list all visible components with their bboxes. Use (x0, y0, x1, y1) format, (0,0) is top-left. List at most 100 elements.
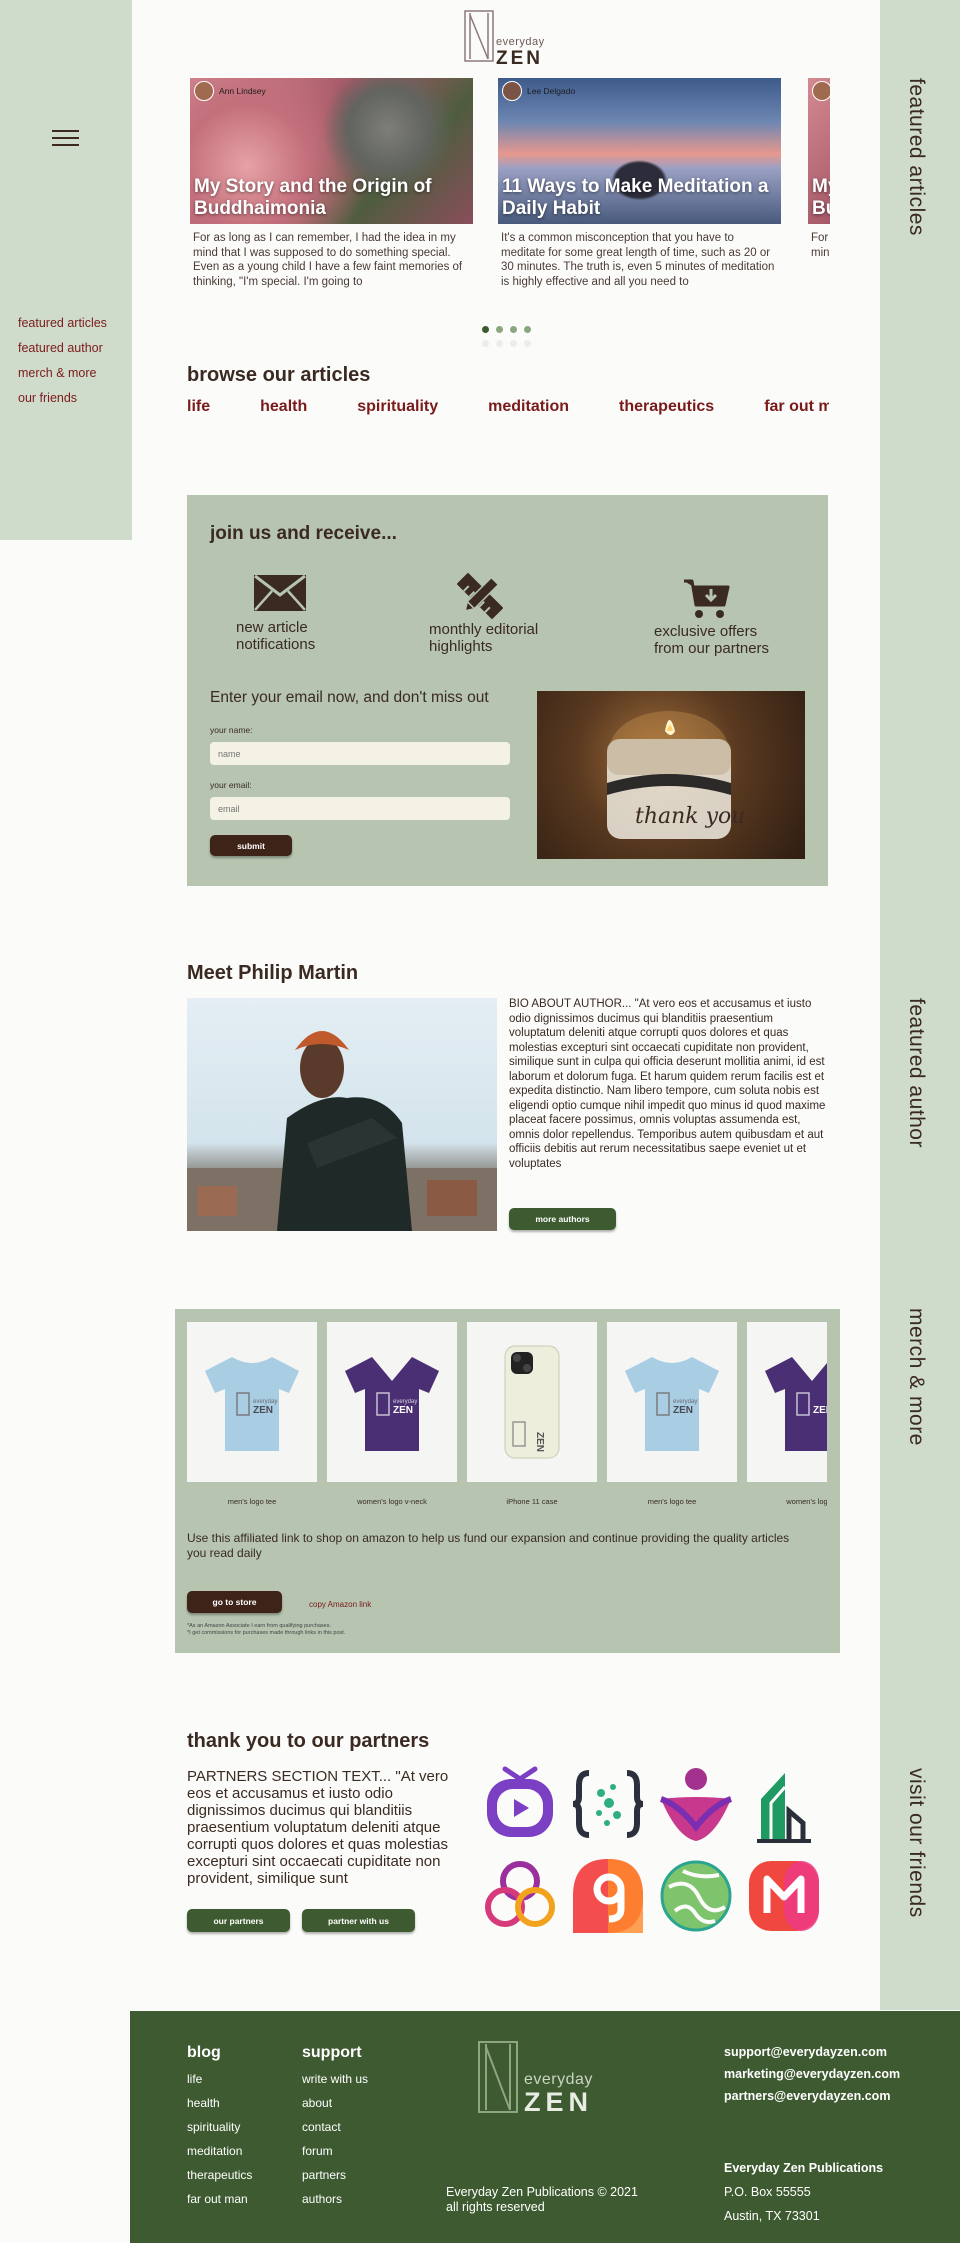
product-card[interactable]: everyday ZEN men's logo tee (187, 1322, 317, 1506)
number-nine-logo-icon[interactable] (571, 1857, 645, 1935)
carousel-dot[interactable] (510, 326, 517, 333)
phone-case-icon: ZEN (504, 1345, 560, 1459)
footer-link[interactable]: spirituality (187, 2120, 252, 2134)
footer-address: Everyday Zen Publications P.O. Box 55555… (724, 2156, 883, 2228)
trefoil-logo-icon[interactable] (483, 1857, 557, 1935)
footer-link[interactable]: forum (302, 2144, 368, 2158)
footer-link[interactable]: far out man (187, 2192, 252, 2206)
partner-logos (483, 1765, 831, 1945)
browse-heading: browse our articles (187, 364, 371, 386)
product-card[interactable]: ZEN iPhone 11 case (467, 1322, 597, 1506)
logo-mark-icon (464, 10, 494, 62)
carousel-dot[interactable] (496, 326, 503, 333)
footer-emails: support@everydayzen.com marketing@everyd… (724, 2041, 900, 2107)
carousel-dot[interactable] (482, 326, 489, 333)
product-image: everyday ZEN (327, 1322, 457, 1482)
article-title[interactable]: My Story and the Origin of Buddhaimonia (194, 176, 465, 220)
footer-link[interactable]: contact (302, 2120, 368, 2134)
footer-copyright: Everyday Zen Publications © 2021 all rig… (446, 2185, 638, 2215)
author-portrait (187, 1031, 497, 1231)
avatar (194, 81, 214, 101)
product-card[interactable]: everyday ZEN men's logo tee (607, 1322, 737, 1506)
benefit-line: new article (236, 619, 308, 636)
article-title[interactable]: My Story and the Origin of Buddhaimonia (812, 176, 830, 220)
product-card[interactable]: everyday ZEN women's logo v-neck (327, 1322, 457, 1506)
benefit-highlights: monthly editorial highlights (429, 573, 538, 655)
avatar (502, 81, 522, 101)
product-card[interactable]: ZEN women's logo v (747, 1322, 827, 1506)
category-therapeutics[interactable]: therapeutics (619, 398, 714, 416)
article-card[interactable]: Ann Lindsey My Story and the Origin of B… (190, 78, 473, 292)
name-input[interactable] (210, 742, 510, 765)
svg-text:ZEN: ZEN (534, 1432, 545, 1452)
building-logo-icon[interactable] (747, 1765, 821, 1843)
category-health[interactable]: health (260, 398, 307, 416)
company-name: Everyday Zen Publications (724, 2161, 884, 2175)
benefit-line: highlights (429, 638, 493, 655)
product-image: ZEN (747, 1322, 827, 1482)
logo-wordmark: everyday ZEN (496, 36, 545, 70)
submit-button[interactable]: submit (210, 835, 292, 856)
benefit-line: monthly editorial (429, 621, 539, 638)
address-line: P.O. Box 55555 (724, 2185, 811, 2199)
footer-link[interactable]: about (302, 2096, 368, 2110)
partners-heading: thank you to our partners (187, 1730, 430, 1752)
footer-link[interactable]: life (187, 2072, 252, 2086)
email-link[interactable]: support@everydayzen.com (724, 2041, 900, 2063)
benefit-line: from our partners (654, 640, 770, 657)
music-logo-icon[interactable] (747, 1857, 821, 1935)
article-card[interactable]: Lee Delgado 11 Ways to Make Meditation a… (498, 78, 781, 292)
featured-articles-carousel[interactable]: Ann Lindsey My Story and the Origin of B… (190, 78, 830, 298)
article-title[interactable]: 11 Ways to Make Meditation a Daily Habit (502, 176, 773, 220)
tv-play-logo-icon[interactable] (483, 1765, 557, 1843)
email-input[interactable] (210, 797, 510, 820)
author-chip (812, 81, 830, 101)
product-label: men's logo tee (227, 1497, 277, 1506)
nav-featured-author[interactable]: featured author (18, 341, 107, 355)
author-chip: Ann Lindsey (194, 81, 266, 101)
email-link[interactable]: marketing@everydayzen.com (724, 2063, 900, 2085)
product-carousel[interactable]: everyday ZEN men's logo tee everyday ZEN… (187, 1322, 827, 1522)
nav-merch[interactable]: merch & more (18, 366, 107, 380)
affiliate-disclaimer: *As an Amazon Associate I earn from qual… (187, 1623, 345, 1637)
footer-link[interactable]: meditation (187, 2144, 252, 2158)
side-nav-links: featured articles featured author merch … (18, 316, 107, 416)
category-far-out-man[interactable]: far out man (764, 398, 829, 416)
article-card[interactable]: My Story and the Origin of Buddhaimonia … (808, 78, 830, 292)
footer-link[interactable]: partners (302, 2168, 368, 2182)
hamburger-menu-icon[interactable] (52, 130, 79, 150)
article-excerpt: It's a common misconception that you hav… (501, 232, 775, 288)
copy-amazon-link[interactable]: copy Amazon link (309, 1600, 371, 1609)
footer-support-heading: support (302, 2044, 362, 2061)
footer-link[interactable]: authors (302, 2192, 368, 2206)
carousel-dot[interactable] (524, 326, 531, 333)
product-image: everyday ZEN (607, 1322, 737, 1482)
email-link[interactable]: partners@everydayzen.com (724, 2085, 900, 2107)
go-to-store-button[interactable]: go to store (187, 1591, 282, 1613)
carousel-pagination (482, 326, 531, 333)
footer-link[interactable]: write with us (302, 2072, 368, 2086)
nav-featured-articles[interactable]: featured articles (18, 316, 107, 330)
logo-everyday: everyday (496, 36, 545, 48)
partner-with-us-button[interactable]: partner with us (302, 1909, 415, 1932)
join-heading: join us and receive... (210, 523, 397, 544)
globe-logo-icon[interactable] (659, 1857, 733, 1935)
more-authors-button[interactable]: more authors (509, 1208, 616, 1230)
carousel-pagination-shadow (482, 340, 531, 347)
category-spirituality[interactable]: spirituality (357, 398, 438, 416)
partners-text: PARTNERS SECTION TEXT... "At vero eos et… (187, 1768, 449, 1887)
author-heading-prefix: Meet (187, 962, 239, 984)
footer-logo[interactable]: everyday ZEN (478, 2041, 608, 2119)
category-life[interactable]: life (187, 398, 210, 416)
site-logo[interactable]: everyday ZEN (462, 10, 558, 69)
section-label-featured-author: featured author (905, 998, 928, 1148)
svg-text:ZEN: ZEN (673, 1405, 693, 1416)
category-meditation[interactable]: meditation (488, 398, 569, 416)
footer-link[interactable]: health (187, 2096, 252, 2110)
nav-our-friends[interactable]: our friends (18, 391, 107, 405)
person-logo-icon[interactable] (659, 1765, 733, 1843)
footer-blog-links: blog life health spirituality meditation… (187, 2044, 252, 2216)
code-braces-logo-icon[interactable] (571, 1765, 645, 1843)
footer-link[interactable]: therapeutics (187, 2168, 252, 2182)
our-partners-button[interactable]: our partners (187, 1909, 290, 1932)
